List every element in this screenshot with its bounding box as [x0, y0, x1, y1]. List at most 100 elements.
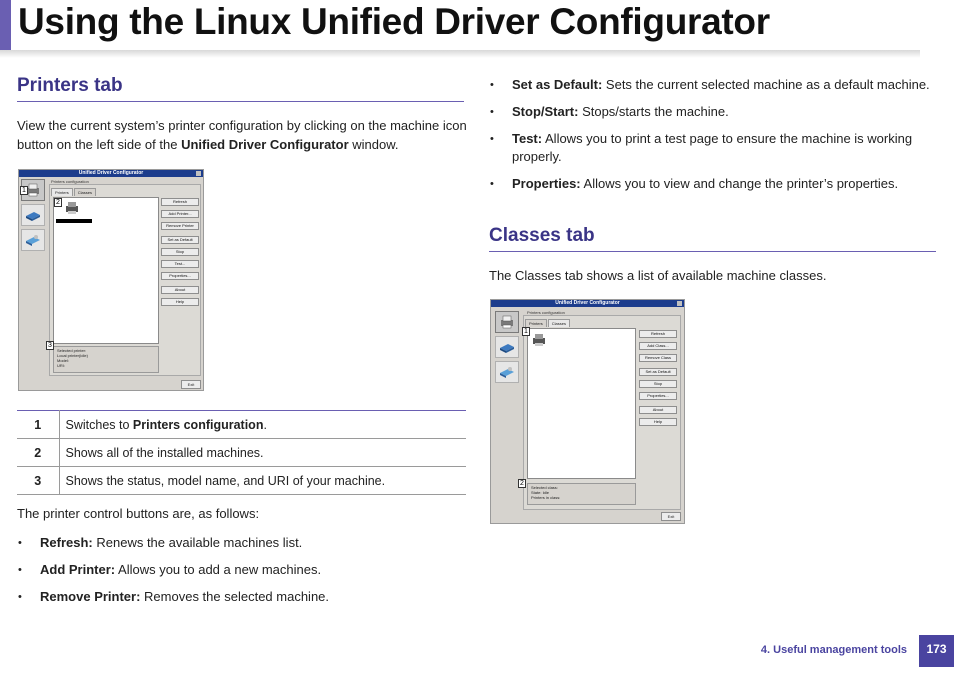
legend-desc-bold: Printers configuration — [132, 417, 264, 432]
printer-list — [53, 197, 159, 344]
bullet-text: Allows you to print a test page to ensur… — [512, 131, 913, 164]
test-button: Test... — [161, 260, 199, 268]
status-line: URI: — [57, 363, 65, 368]
tab-classes: Classes — [73, 188, 97, 196]
tab-printers: Printers — [51, 188, 73, 196]
bullet-label: Refresh: — [40, 535, 93, 550]
exit-button: Exit — [181, 380, 201, 389]
scanner-config-icon — [495, 336, 519, 358]
legend-desc-text: Switches to — [65, 417, 133, 432]
about-button: About — [161, 286, 199, 294]
right-bullet-list: Set as Default: Sets the current selecte… — [490, 76, 930, 202]
list-item: Stop/Start: Stops/starts the machine. — [490, 103, 930, 121]
list-item: Remove Printer: Removes the selected mac… — [18, 588, 468, 606]
intro-line-1: View the current system’s printer config… — [17, 118, 467, 133]
legend-num: 1 — [17, 410, 60, 439]
legend-desc-text: Shows the status, model name, and URI of… — [65, 473, 386, 488]
help-button: Help — [161, 298, 199, 306]
intro-line-2-post: window. — [348, 137, 399, 152]
class-buttons: Refresh Add Class... Remove Class Set as… — [639, 330, 677, 430]
stop-button: Stop — [639, 380, 677, 388]
refresh-button: Refresh — [639, 330, 677, 338]
bullet-label: Properties: — [512, 176, 581, 191]
selected-printer-bar — [56, 219, 92, 223]
screenshot-window-title: Unified Driver Configurator — [555, 300, 620, 306]
legend-desc-post: . — [263, 417, 267, 432]
about-button: About — [639, 406, 677, 414]
bullet-label: Test: — [512, 131, 543, 146]
callout-legend-table: 1 Switches to Printers configuration. 2 … — [17, 410, 466, 495]
add-class-button: Add Class... — [639, 342, 677, 350]
footer-section-title: 4. Useful management tools — [760, 644, 907, 656]
classes-tab-rule — [489, 251, 936, 252]
screenshot-titlebar: Unified Driver Configurator — [491, 300, 684, 307]
printers-tab-screenshot: Unified Driver Configurator Printers con… — [18, 169, 204, 391]
printer-icon — [66, 202, 78, 214]
add-printer-button: Add Printer... — [161, 210, 199, 218]
bullet-label: Remove Printer: — [40, 589, 141, 604]
callout-2: 2 — [54, 198, 62, 207]
bullet-text: Removes the selected machine. — [140, 589, 330, 604]
screenshot-tabs: Printers Classes — [525, 319, 571, 327]
stop-button: Stop — [161, 248, 199, 256]
screenshot-titlebar: Unified Driver Configurator — [19, 170, 203, 177]
intro-line-2-pre: button on the left side of the — [17, 137, 182, 152]
printer-config-icon — [495, 311, 519, 333]
buttons-intro: The printer control buttons are, as foll… — [17, 506, 260, 521]
callout-2: 2 — [518, 479, 526, 488]
list-item: Set as Default: Sets the current selecte… — [490, 76, 930, 94]
status-box: Selected printer: Local printer(idle) Mo… — [53, 346, 159, 373]
bullet-label: Add Printer: — [40, 562, 116, 577]
title-underline — [0, 50, 920, 58]
tab-classes: Classes — [547, 319, 571, 327]
tab-printers: Printers — [525, 319, 547, 327]
properties-button: Properties... — [639, 392, 677, 400]
printer-buttons: Refresh Add Printer... Remove Printer Se… — [161, 198, 199, 310]
list-item: Add Printer: Allows you to add a new mac… — [18, 561, 468, 579]
remove-printer-button: Remove Printer — [161, 222, 199, 230]
printer-icon — [533, 334, 545, 346]
intro-line-2-bold: Unified Driver Configurator — [181, 137, 349, 152]
page-title: Using the Linux Unified Driver Configura… — [18, 1, 770, 42]
set-default-button: Set as Default — [161, 236, 199, 244]
close-icon — [196, 171, 201, 176]
printers-tab-intro: View the current system’s printer config… — [17, 116, 477, 154]
scanner-config-icon — [21, 204, 45, 226]
screenshot-tabs: Printers Classes — [51, 188, 97, 196]
table-row: 1 Switches to Printers configuration. — [17, 410, 466, 439]
status-box: Selected class: State: Idle Printers in … — [527, 483, 636, 505]
page-number: 173 — [919, 635, 954, 667]
table-row: 3 Shows the status, model name, and URI … — [17, 466, 466, 495]
close-icon — [677, 301, 682, 306]
ports-config-icon — [495, 361, 519, 383]
legend-num: 2 — [17, 438, 60, 467]
printers-tab-heading: Printers tab — [17, 75, 123, 96]
list-item: Test: Allows you to print a test page to… — [490, 130, 930, 166]
callout-1: 1 — [20, 186, 28, 195]
table-row: 2 Shows all of the installed machines. — [17, 438, 466, 467]
ports-config-icon — [21, 229, 45, 251]
printers-tab-rule — [17, 101, 464, 102]
legend-desc: Switches to Printers configuration. — [59, 410, 466, 439]
legend-desc: Shows the status, model name, and URI of… — [59, 466, 466, 495]
bullet-text: Renews the available machines list. — [92, 535, 303, 550]
bullet-text: Allows you to view and change the printe… — [580, 176, 899, 191]
properties-button: Properties... — [161, 272, 199, 280]
callout-3: 3 — [46, 341, 54, 350]
screenshot-window-title: Unified Driver Configurator — [78, 170, 144, 176]
legend-num: 3 — [17, 466, 60, 495]
classes-tab-screenshot: Unified Driver Configurator Printers con… — [490, 299, 685, 524]
left-bullet-list: Refresh: Renews the available machines l… — [18, 534, 468, 615]
bullet-text: Stops/starts the machine. — [578, 104, 729, 119]
callout-1: 1 — [522, 327, 530, 336]
classes-tab-heading: Classes tab — [489, 225, 595, 246]
status-line: Printers in class: — [531, 495, 561, 500]
bullet-text: Allows you to add a new machines. — [115, 562, 322, 577]
help-button: Help — [639, 418, 677, 426]
screenshot-sidebar — [495, 311, 521, 386]
bullet-label: Stop/Start: — [512, 104, 579, 119]
set-default-button: Set as Default — [639, 368, 677, 376]
list-item: Properties: Allows you to view and chang… — [490, 175, 930, 193]
list-item: Refresh: Renews the available machines l… — [18, 534, 468, 552]
legend-desc-text: Shows all of the installed machines. — [65, 445, 264, 460]
